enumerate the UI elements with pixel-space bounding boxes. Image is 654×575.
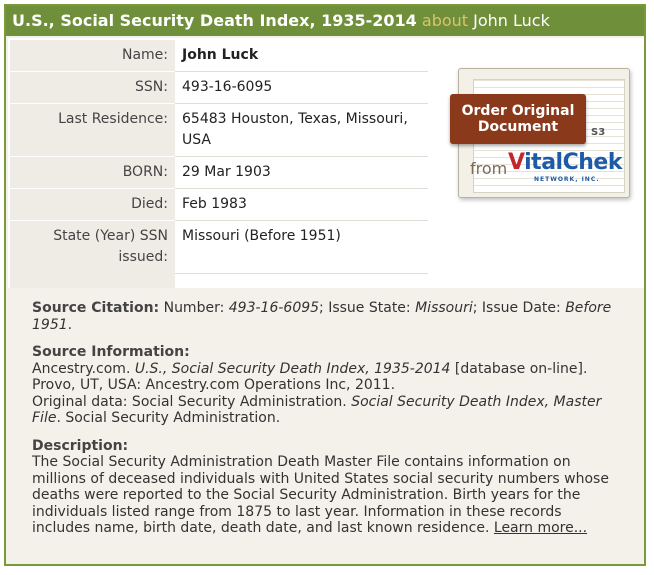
source-citation: Source Citation: Number: 493-16-6095; Is… xyxy=(32,300,612,333)
citation-number: 493-16-6095 xyxy=(228,300,320,316)
from-label: from xyxy=(470,159,508,178)
residence-line-1: 65483 Houston, Texas, Missouri, xyxy=(182,111,408,127)
source-info-line-2: Provo, UT, USA: Ancestry.com Operations … xyxy=(32,377,396,393)
record-details-panel: Name: John Luck SSN: 493-16-6095 Last Re… xyxy=(8,38,644,288)
record-header: U.S., Social Security Death Index, 1935-… xyxy=(6,6,644,36)
description: Description: The Social Security Adminis… xyxy=(32,438,622,537)
field-label: Died: xyxy=(10,188,175,221)
source-info-line-1: Ancestry.com. U.S., Social Security Deat… xyxy=(32,360,588,377)
label-column-fill xyxy=(10,264,175,288)
person-name-header: John Luck xyxy=(473,11,550,30)
residence-line-2: USA xyxy=(182,132,211,148)
about-label: about xyxy=(421,11,469,30)
source-information: Source Information: Ancestry.com. U.S., … xyxy=(32,344,622,427)
vitalchek-network-text: NETWORK, INC. xyxy=(534,176,600,183)
table-row: SSN: 493-16-6095 xyxy=(10,71,428,104)
field-label: Last Residence: xyxy=(10,103,175,157)
order-line-1: Order Original xyxy=(461,103,575,119)
table-row: BORN: 29 Mar 1903 xyxy=(10,156,428,189)
field-label: BORN: xyxy=(10,156,175,189)
field-value-ssn: 493-16-6095 xyxy=(175,71,428,104)
collection-title[interactable]: U.S., Social Security Death Index, 1935-… xyxy=(12,11,417,30)
field-value-residence: 65483 Houston, Texas, Missouri, USA xyxy=(175,103,428,157)
order-line-2: Document xyxy=(477,119,559,135)
field-value-name: John Luck xyxy=(175,40,428,72)
table-row: Last Residence: 65483 Houston, Texas, Mi… xyxy=(10,103,428,157)
ssn-issued-label-line-1: State (Year) SSN xyxy=(53,228,168,244)
order-banner: Order Original Document xyxy=(450,94,586,144)
vitalchek-logo: VitalChek xyxy=(508,150,622,175)
field-value-died: Feb 1983 xyxy=(175,188,428,221)
source-information-heading: Source Information: xyxy=(32,344,190,360)
field-label: Name: xyxy=(10,40,175,72)
source-citation-heading: Source Citation: xyxy=(32,300,160,316)
document-seal: S3 xyxy=(591,127,606,138)
source-info-line-3: Original data: Social Security Administr… xyxy=(32,393,602,427)
field-label: SSN: xyxy=(10,71,175,104)
record-table: Name: John Luck SSN: 493-16-6095 Last Re… xyxy=(10,40,428,274)
table-row: Name: John Luck xyxy=(10,40,428,72)
table-row: Died: Feb 1983 xyxy=(10,188,428,221)
order-original-document-button[interactable]: S3 Order Original Document from VitalChe… xyxy=(450,64,630,200)
field-value-born: 29 Mar 1903 xyxy=(175,156,428,189)
learn-more-link[interactable]: Learn more... xyxy=(494,520,587,536)
description-heading: Description: xyxy=(32,437,129,454)
record-card: U.S., Social Security Death Index, 1935-… xyxy=(4,4,646,566)
field-value-ssn-issued: Missouri (Before 1951) xyxy=(175,220,428,274)
ssn-issued-label-line-2: issued: xyxy=(118,249,168,265)
citation-state: Missouri xyxy=(415,300,473,316)
source-details: Source Citation: Number: 493-16-6095; Is… xyxy=(32,300,622,548)
